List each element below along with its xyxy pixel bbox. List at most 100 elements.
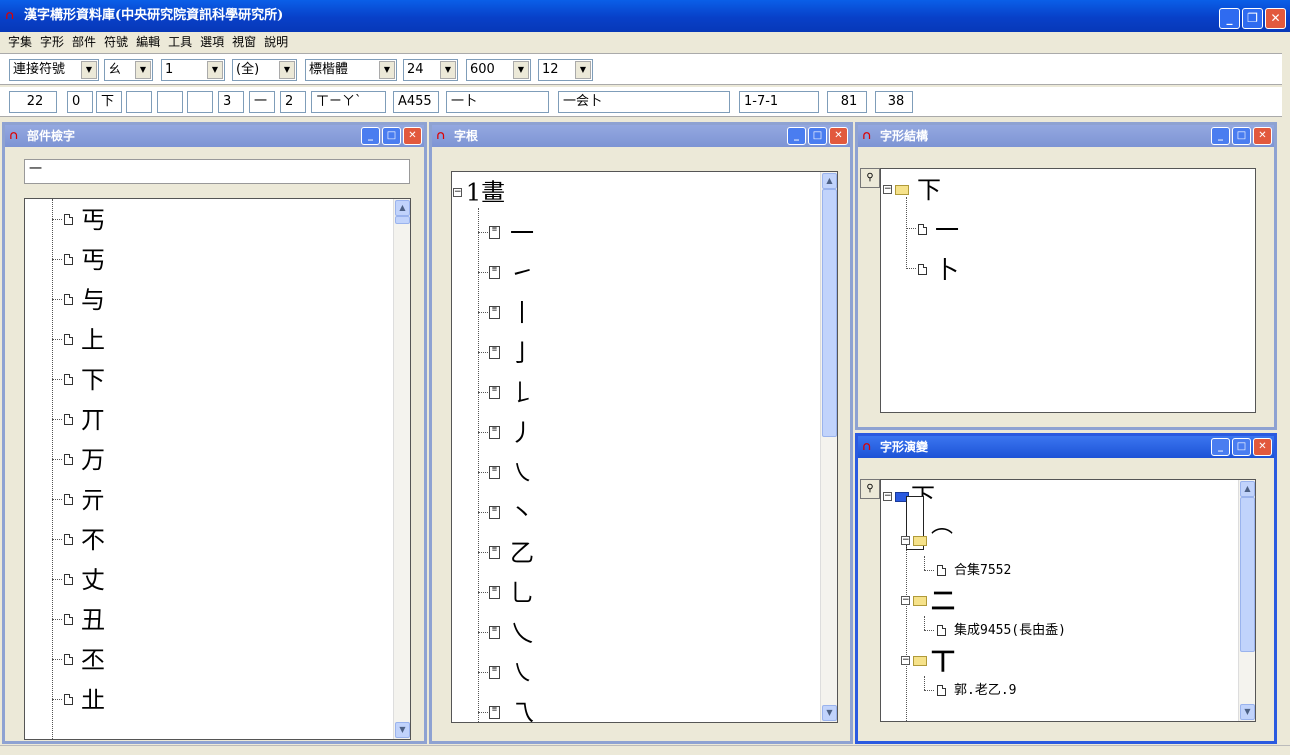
scroll-thumb[interactable] — [1240, 497, 1255, 652]
component-list-item[interactable]: 丐 — [64, 239, 105, 279]
chevron-down-icon[interactable]: ▼ — [513, 61, 529, 79]
info-field-bopomofo[interactable]: ㄒㄧㄚˋ — [311, 91, 386, 113]
close-button[interactable]: ✕ — [1265, 8, 1286, 29]
info-field-7[interactable]: 3 — [218, 91, 244, 113]
menu-help[interactable]: 說明 — [260, 32, 292, 52]
structure-tree[interactable]: − 下 一 卜 — [880, 168, 1256, 413]
radical-list-item[interactable]: ≡ 丨 — [489, 292, 534, 332]
component-list-item[interactable]: 上 — [64, 319, 105, 359]
radical-list-item[interactable]: ≡ ㇏ — [489, 452, 534, 492]
collapse-icon[interactable]: − — [901, 656, 910, 665]
evolution-titlebar[interactable]: ∩ 字形演變 _ □ ✕ — [858, 436, 1274, 458]
scroll-down-icon[interactable]: ▼ — [395, 722, 410, 738]
scroll-down-icon[interactable]: ▼ — [822, 705, 837, 721]
info-field-code[interactable]: A455 — [393, 91, 439, 113]
radical-list-item[interactable]: ≡ ㇏ — [489, 652, 534, 692]
vertical-scrollbar[interactable]: ▲ ▼ — [1238, 480, 1255, 721]
evolution-source-node[interactable]: 集成9455(長甶盉) — [937, 610, 1066, 650]
scroll-up-icon[interactable]: ▲ — [395, 200, 410, 216]
info-field-count[interactable]: 81 — [827, 91, 867, 113]
radical-list-item[interactable]: ≡ 一 — [489, 212, 534, 252]
component-list-item[interactable]: 不 — [64, 519, 105, 559]
restore-button[interactable]: ❐ — [1242, 8, 1263, 29]
connector-select[interactable]: 連接符號 ▼ — [9, 59, 99, 81]
menu-symbol[interactable]: 符號 — [100, 32, 132, 52]
collapse-icon[interactable]: − — [901, 536, 910, 545]
vertical-scrollbar[interactable]: ▲ ▼ — [820, 172, 837, 722]
width-select[interactable]: 600 ▼ — [466, 59, 531, 81]
component-list-item[interactable]: 万 — [64, 439, 105, 479]
chevron-down-icon[interactable]: ▼ — [135, 61, 151, 79]
vertical-scrollbar[interactable]: ▲ ▼ — [393, 199, 410, 739]
scroll-up-icon[interactable]: ▲ — [1240, 481, 1255, 497]
minimize-button[interactable]: _ — [787, 127, 806, 145]
radical-list-item[interactable]: ≡ 乁 — [489, 692, 534, 722]
info-field-9[interactable]: 2 — [280, 91, 306, 113]
menu-glyph[interactable]: 字形 — [36, 32, 68, 52]
minimize-button[interactable]: _ — [1211, 127, 1230, 145]
structure-titlebar[interactable]: ∩ 字形結構 _ □ ✕ — [858, 125, 1274, 147]
close-button[interactable]: ✕ — [403, 127, 422, 145]
size-select[interactable]: 24 ▼ — [403, 59, 458, 81]
chevron-down-icon[interactable]: ▼ — [207, 61, 223, 79]
radical-list-item[interactable]: ≡ 𠄌 — [489, 372, 534, 412]
minimize-button[interactable]: _ — [1219, 8, 1240, 29]
structure-root-node[interactable]: − 下 — [883, 169, 941, 209]
structure-child-node[interactable]: 卜 — [918, 249, 959, 289]
evolution-source-node[interactable]: 郭.老乙.9 — [937, 670, 1016, 710]
component-list-item[interactable]: 丐 — [64, 199, 105, 239]
scroll-up-icon[interactable]: ▲ — [822, 173, 837, 189]
maximize-button[interactable]: □ — [382, 127, 401, 145]
component-list-item[interactable]: 丈 — [64, 559, 105, 599]
close-button[interactable]: ✕ — [829, 127, 848, 145]
small-size-select[interactable]: 12 ▼ — [538, 59, 593, 81]
collapse-icon[interactable]: − — [883, 492, 892, 501]
info-field-8[interactable]: 一 — [249, 91, 275, 113]
radical-list-item[interactable]: ≡ 乚 — [489, 572, 534, 612]
info-field-components[interactable]: 一卜 — [446, 91, 549, 113]
component-result-list[interactable]: 丐丐与上下丌万亓不丈丑丕㐀 ▲ ▼ — [24, 198, 411, 740]
info-field-6[interactable] — [187, 91, 213, 113]
chevron-down-icon[interactable]: ▼ — [379, 61, 395, 79]
radical-list-item[interactable]: ≡ 亅 — [489, 332, 534, 372]
pin-icon[interactable]: ⚲ — [860, 479, 880, 499]
radical-list-item[interactable]: ≡ 丿 — [489, 412, 534, 452]
info-field-3[interactable]: 下 — [96, 91, 122, 113]
component-list-item[interactable]: 丑 — [64, 599, 105, 639]
pin-icon[interactable]: ⚲ — [860, 168, 880, 188]
chevron-down-icon[interactable]: ▼ — [81, 61, 97, 79]
info-field-index[interactable]: 38 — [875, 91, 913, 113]
minimize-button[interactable]: _ — [361, 127, 380, 145]
collapse-icon[interactable]: − — [883, 185, 892, 194]
collapse-icon[interactable]: − — [901, 596, 910, 605]
maximize-button[interactable]: □ — [1232, 438, 1251, 456]
component-list-item[interactable]: 下 — [64, 359, 105, 399]
maximize-button[interactable]: □ — [808, 127, 827, 145]
component-search-titlebar[interactable]: ∩ 部件檢字 _ □ ✕ — [5, 125, 424, 147]
chevron-down-icon[interactable]: ▼ — [440, 61, 456, 79]
scroll-thumb[interactable] — [822, 189, 837, 437]
info-field-5[interactable] — [157, 91, 183, 113]
radical-list-item[interactable]: ≡ 乙 — [489, 532, 534, 572]
collapse-icon[interactable]: − — [453, 188, 462, 197]
info-field-4[interactable] — [126, 91, 152, 113]
component-search-input[interactable]: 一 — [24, 159, 410, 184]
close-button[interactable]: ✕ — [1253, 127, 1272, 145]
scope-select[interactable]: (全) ▼ — [232, 59, 297, 81]
component-list-item[interactable]: 丕 — [64, 639, 105, 679]
level-select[interactable]: 1 ▼ — [161, 59, 225, 81]
component-list-item[interactable]: 㐀 — [64, 679, 105, 719]
menu-window[interactable]: 視窗 — [228, 32, 260, 52]
component-list-item[interactable]: 亓 — [64, 479, 105, 519]
scroll-thumb[interactable] — [395, 216, 410, 224]
component-list-item[interactable]: 与 — [64, 279, 105, 319]
info-field-1[interactable]: 22 — [9, 91, 57, 113]
menu-charset[interactable]: 字集 — [4, 32, 36, 52]
radicals-titlebar[interactable]: ∩ 字根 _ □ ✕ — [432, 125, 850, 147]
radical-list-item[interactable]: ≡ 丶 — [489, 492, 534, 532]
tree-node-stroke-group[interactable]: − 1畫 — [453, 172, 505, 212]
symbol-select[interactable]: ㄠ ▼ — [104, 59, 153, 81]
info-field-2[interactable]: 0 — [67, 91, 93, 113]
info-field-structure[interactable]: 一会卜 — [558, 91, 730, 113]
menu-edit[interactable]: 編輯 — [132, 32, 164, 52]
